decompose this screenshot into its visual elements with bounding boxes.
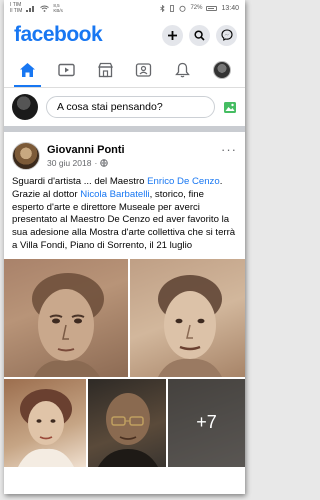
portrait-drawing bbox=[158, 274, 222, 377]
alarm-icon bbox=[179, 5, 186, 12]
tab-groups[interactable] bbox=[124, 53, 163, 87]
feed-post: Giovanni Ponti 30 giu 2018 · ··· Sguardi… bbox=[4, 132, 245, 467]
tab-watch[interactable] bbox=[47, 53, 86, 87]
status-input[interactable]: A cosa stai pensando? bbox=[46, 96, 215, 118]
video-icon bbox=[58, 63, 75, 77]
mention-enrico-de-cenzo[interactable]: Enrico De Cenzo bbox=[147, 176, 220, 187]
tab-menu[interactable] bbox=[202, 53, 241, 87]
post-text-part: Grazie al dottor bbox=[12, 188, 81, 200]
author-avatar[interactable] bbox=[12, 142, 40, 170]
post-header: Giovanni Ponti 30 giu 2018 · ··· bbox=[4, 132, 245, 176]
search-button[interactable] bbox=[189, 24, 210, 46]
mention-nicola-barbatelli[interactable]: Nicola Barbatelli bbox=[80, 189, 149, 200]
main-nav bbox=[4, 54, 245, 88]
author-info: Giovanni Ponti 30 giu 2018 · bbox=[47, 144, 125, 168]
network-speed: 8,5 KB/s bbox=[53, 3, 63, 13]
status-bar: I TIM Il TIM 8,5 KB/s 72% 13:40 bbox=[4, 0, 245, 16]
battery-percent: 72% bbox=[190, 5, 203, 11]
photo-grid: +7 bbox=[4, 258, 245, 467]
header-actions bbox=[162, 24, 237, 46]
post-text-part: . bbox=[219, 176, 223, 187]
more-photos-overlay[interactable]: +7 bbox=[168, 378, 245, 467]
battery-icon bbox=[206, 5, 218, 11]
portrait-drawing bbox=[18, 388, 74, 467]
phone-screen: I TIM Il TIM 8,5 KB/s 72% 13:40 facebook bbox=[4, 0, 245, 494]
globe-icon bbox=[100, 159, 109, 167]
plus-icon bbox=[168, 30, 177, 40]
app-header: facebook bbox=[4, 16, 245, 54]
tab-notifications[interactable] bbox=[163, 53, 202, 87]
tab-home[interactable] bbox=[8, 53, 47, 87]
post-options-button[interactable]: ··· bbox=[221, 142, 237, 157]
meta-separator: · bbox=[94, 158, 98, 168]
wifi-icon bbox=[40, 5, 50, 12]
facebook-logo[interactable]: facebook bbox=[14, 23, 103, 47]
status-right: 72% 13:40 bbox=[160, 4, 239, 12]
tab-marketplace[interactable] bbox=[86, 53, 125, 87]
photo-4[interactable] bbox=[88, 378, 166, 467]
clock: 13:40 bbox=[221, 4, 239, 12]
portrait-drawing bbox=[98, 392, 158, 467]
author-name[interactable]: Giovanni Ponti bbox=[47, 144, 125, 156]
post-text-part: Sguardi d'artista ... del Maestro bbox=[12, 176, 148, 187]
photo-5[interactable]: +7 bbox=[168, 378, 245, 467]
messenger-button[interactable] bbox=[216, 24, 237, 46]
post-text: Sguardi d'artista ... del Maestro Enrico… bbox=[4, 176, 245, 259]
marketplace-icon bbox=[97, 62, 113, 78]
portrait-drawing bbox=[32, 272, 104, 377]
status-left: I TIM Il TIM 8,5 KB/s bbox=[10, 2, 63, 14]
photo-icon[interactable] bbox=[223, 101, 237, 114]
groups-icon bbox=[136, 63, 152, 77]
bluetooth-icon bbox=[160, 4, 166, 12]
post-date[interactable]: 30 giu 2018 bbox=[47, 158, 91, 168]
carrier-label: I TIM Il TIM bbox=[10, 2, 23, 14]
notifications-icon bbox=[175, 62, 191, 78]
search-icon bbox=[194, 29, 205, 41]
post-composer: A cosa stai pensando? bbox=[4, 88, 245, 132]
messenger-icon bbox=[220, 29, 233, 41]
create-button[interactable] bbox=[162, 24, 183, 46]
vibrate-icon bbox=[170, 4, 175, 12]
photo-2[interactable] bbox=[130, 258, 245, 377]
home-icon bbox=[19, 63, 35, 77]
photo-3[interactable] bbox=[4, 378, 86, 467]
post-meta: 30 giu 2018 · bbox=[47, 158, 125, 168]
user-avatar[interactable] bbox=[12, 94, 38, 120]
photo-1[interactable] bbox=[4, 258, 128, 377]
signal-icon bbox=[26, 5, 35, 12]
more-photos-count: +7 bbox=[196, 412, 217, 433]
menu-avatar bbox=[212, 61, 231, 79]
